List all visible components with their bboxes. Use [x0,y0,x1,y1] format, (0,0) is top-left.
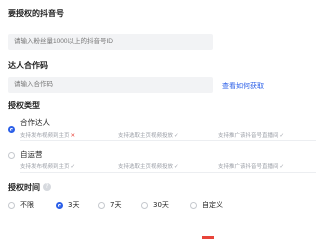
radio-cooperative-creator[interactable] [8,126,15,133]
divider [20,140,316,141]
feature-select-home-video: 支持选取主页视频投放✓ [118,131,179,139]
feature-publish-to-home: 支持发布视频到主页✓ [20,162,75,170]
radio-time-custom[interactable] [190,202,197,209]
divider [20,172,316,173]
feature-text: 支持推广该抖音号直播间 [218,133,279,139]
feature-text: 支持选取主页视频投放 [118,133,174,139]
feature-text: 支持发布视频到主页 [20,133,70,139]
feature-promote-live: 支持推广该抖音号直播间✓ [218,131,284,139]
account-id-input[interactable] [8,34,213,50]
check-icon: ✓ [174,133,179,139]
time-option-7-days[interactable]: 7天 [110,200,121,210]
cooperation-code-input[interactable] [8,77,213,93]
check-icon: ✓ [174,164,179,170]
time-option-30-days[interactable]: 30天 [153,200,169,210]
radio-self-operated[interactable] [8,152,15,159]
radio-time-3-days[interactable] [56,202,63,209]
feature-promote-live: 支持推广该抖音号直播间✓ [218,162,284,170]
code-label: 达人合作码 [8,61,48,70]
feature-publish-to-home: 支持发布视频到主页✕ [20,131,75,139]
feature-text: 支持推广该抖音号直播间 [218,164,279,170]
radio-time-unlimited[interactable] [8,202,15,209]
check-icon: ✓ [279,164,285,170]
question-icon[interactable]: ? [43,183,51,191]
auth-time-label: 授权时间 [8,183,40,192]
check-icon: ✓ [70,164,76,170]
cross-icon: ✕ [70,133,76,139]
time-option-3-days[interactable]: 3天 [68,200,79,210]
feature-text: 支持选取主页视频投放 [118,164,174,170]
time-option-custom[interactable]: 自定义 [202,200,223,210]
option-title-self-operated: 自运营 [20,150,43,159]
auth-type-label: 授权类型 [8,101,40,110]
account-label: 要授权的抖音号 [8,9,64,18]
how-to-get-link[interactable]: 查看如何获取 [222,81,264,91]
option-title-cooperative-creator: 合作达人 [20,118,50,127]
radio-time-7-days[interactable] [98,202,105,209]
check-icon: ✓ [279,133,285,139]
feature-select-home-video: 支持选取主页视频投放✓ [118,162,179,170]
submit-button-edge[interactable] [202,236,214,239]
radio-time-30-days[interactable] [141,202,148,209]
time-option-unlimited[interactable]: 不限 [20,200,34,210]
feature-text: 支持发布视频到主页 [20,164,70,170]
